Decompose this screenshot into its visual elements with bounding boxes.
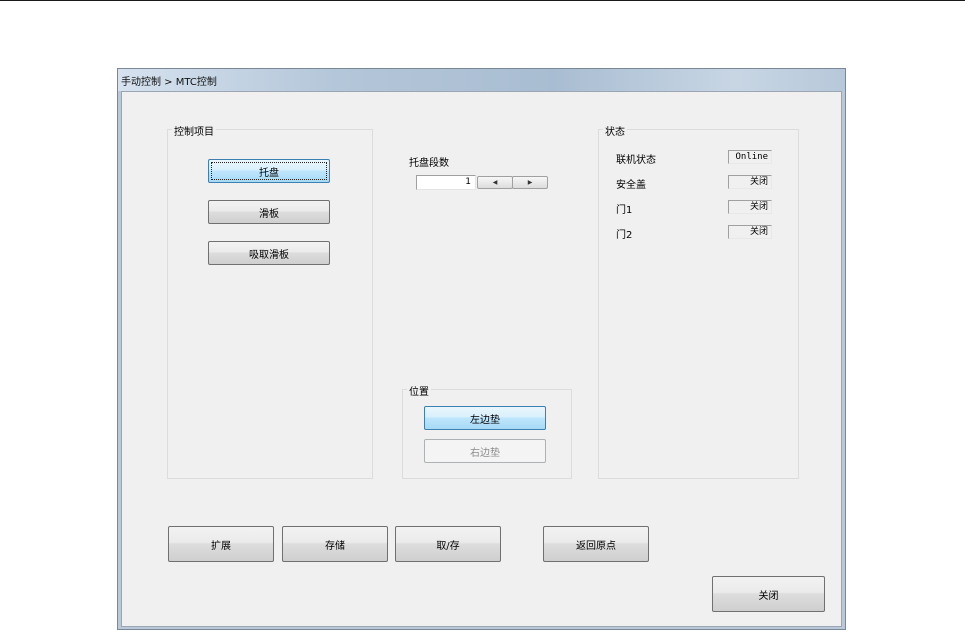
window-titlebar[interactable]: 手动控制 > MTC控制 <box>118 69 845 91</box>
arrow-right-icon: ▶ <box>527 179 533 186</box>
left-pad-button[interactable]: 左边垫 <box>424 406 546 430</box>
pallet-segment-label: 托盘段数 <box>409 158 449 169</box>
pallet-button[interactable]: 托盘 <box>208 159 330 183</box>
return-origin-button[interactable]: 返回原点 <box>543 526 649 562</box>
suction-slide-button[interactable]: 吸取滑板 <box>208 241 330 265</box>
status-label-door-2: 门2 <box>616 230 633 241</box>
status-value-door-2: 关闭 <box>728 225 772 239</box>
right-pad-button[interactable]: 右边垫 <box>424 439 546 463</box>
store-button[interactable]: 存储 <box>282 526 388 562</box>
control-items-group-title: 控制项目 <box>172 123 216 138</box>
status-label-online: 联机状态 <box>616 155 656 166</box>
arrow-left-icon: ◀ <box>492 179 498 186</box>
status-value-online: Online <box>728 150 772 164</box>
window-client-area: 控制项目 托盘 滑板 吸取滑板 托盘段数 1 ◀ ▶ 位置 左边垫 右边垫 状态… <box>121 91 842 627</box>
status-label-door-1: 门1 <box>616 205 633 216</box>
status-value-safety-cover: 关闭 <box>728 175 772 189</box>
close-button[interactable]: 关闭 <box>712 576 825 612</box>
top-divider-line <box>0 0 965 1</box>
pallet-segment-increment-button[interactable]: ▶ <box>512 176 548 189</box>
window-title: 手动控制 > MTC控制 <box>121 77 217 88</box>
desktop-background-right <box>846 68 965 630</box>
position-group: 位置 <box>402 383 572 479</box>
position-group-title: 位置 <box>407 383 431 398</box>
pallet-segment-decrement-button[interactable]: ◀ <box>477 176 513 189</box>
mtc-control-window: 手动控制 > MTC控制 控制项目 托盘 滑板 吸取滑板 托盘段数 1 ◀ ▶ … <box>117 68 846 630</box>
status-group-title: 状态 <box>603 123 627 138</box>
slide-button[interactable]: 滑板 <box>208 200 330 224</box>
expand-button[interactable]: 扩展 <box>168 526 274 562</box>
retrieve-store-button[interactable]: 取/存 <box>395 526 501 562</box>
status-label-safety-cover: 安全盖 <box>616 180 646 191</box>
status-value-door-1: 关闭 <box>728 200 772 214</box>
pallet-segment-input[interactable]: 1 <box>416 175 476 190</box>
